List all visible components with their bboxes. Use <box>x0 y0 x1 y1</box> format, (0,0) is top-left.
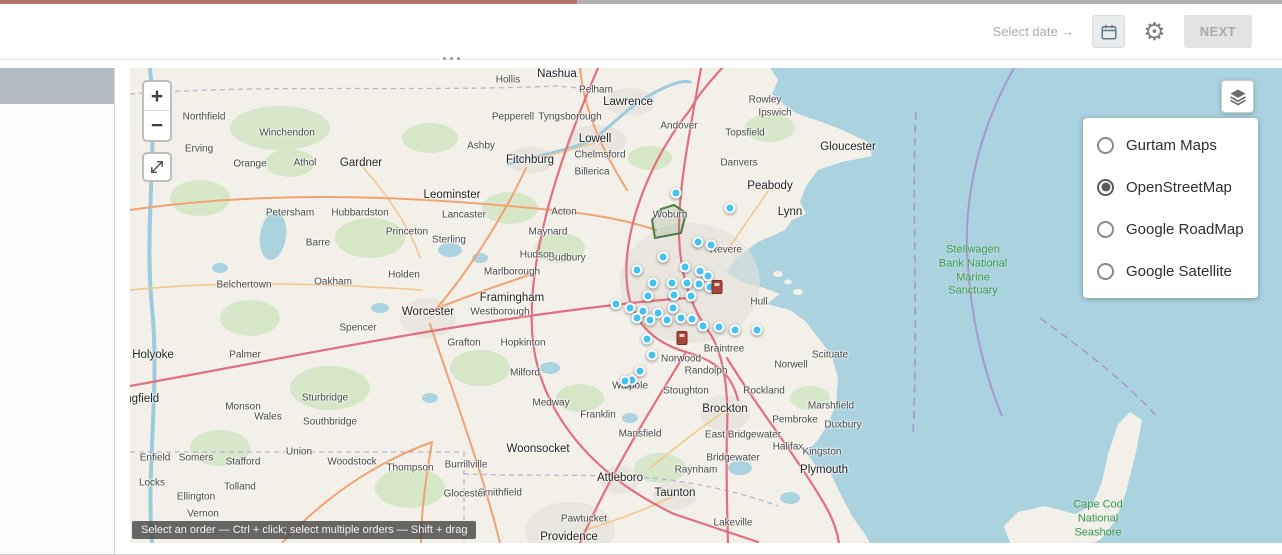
gear-icon: ⚙ <box>1143 17 1165 46</box>
layer-option-label: Google Satellite <box>1126 263 1232 280</box>
calendar-icon <box>1100 23 1118 41</box>
order-marker[interactable] <box>658 252 669 263</box>
layer-option-label: Google RoadMap <box>1126 221 1244 238</box>
order-marker[interactable] <box>752 325 763 336</box>
order-marker[interactable] <box>668 303 679 314</box>
expand-icon <box>148 158 166 176</box>
left-panel <box>0 68 115 555</box>
fullscreen-button[interactable] <box>142 152 172 182</box>
layer-option-label: OpenStreetMap <box>1126 179 1232 196</box>
radio-icon[interactable] <box>1097 221 1114 238</box>
order-marker[interactable] <box>635 366 646 377</box>
order-marker[interactable] <box>645 315 656 326</box>
order-marker[interactable] <box>611 299 622 310</box>
order-marker[interactable] <box>632 265 643 276</box>
order-marker[interactable] <box>676 313 687 324</box>
calendar-button[interactable] <box>1092 15 1125 48</box>
order-marker[interactable] <box>680 262 691 273</box>
layers-panel: Gurtam Maps OpenStreetMap Google RoadMap Go… <box>1083 118 1258 298</box>
radio-icon[interactable] <box>1097 263 1114 280</box>
order-marker[interactable] <box>648 278 659 289</box>
layer-option-google-satellite[interactable]: Google Satellite <box>1083 250 1258 292</box>
layers-icon <box>1228 87 1248 107</box>
next-button[interactable]: NEXT <box>1184 15 1252 48</box>
order-marker[interactable] <box>686 291 697 302</box>
order-marker[interactable] <box>694 279 705 290</box>
order-marker[interactable] <box>625 303 636 314</box>
map-hint-tooltip: Select an order — Ctrl + click; select m… <box>132 521 476 539</box>
order-marker[interactable] <box>693 237 704 248</box>
order-marker[interactable] <box>698 321 709 332</box>
order-marker[interactable] <box>667 278 678 289</box>
radio-icon[interactable] <box>1097 137 1114 154</box>
order-marker[interactable] <box>632 313 643 324</box>
order-marker[interactable] <box>687 314 698 325</box>
zoom-out-button[interactable]: − <box>144 111 170 140</box>
zoom-in-button[interactable]: + <box>144 82 170 111</box>
layers-button[interactable] <box>1221 80 1254 113</box>
toolbar: Select date → ⚙ NEXT <box>0 4 1282 60</box>
order-marker[interactable] <box>682 278 693 289</box>
drag-handle-dots[interactable] <box>443 57 460 60</box>
map-canvas[interactable]: NashuaHollisPelhamLawrenceRowleyIpswichP… <box>130 68 1282 543</box>
layer-option-gurtam-maps[interactable]: Gurtam Maps <box>1083 124 1258 166</box>
radio-selected-icon[interactable] <box>1097 179 1114 196</box>
order-marker[interactable] <box>669 290 680 301</box>
depot-marker[interactable] <box>677 331 688 345</box>
order-marker[interactable] <box>643 291 654 302</box>
order-marker[interactable] <box>671 188 682 199</box>
order-marker[interactable] <box>730 325 741 336</box>
depot-marker[interactable] <box>712 280 723 294</box>
order-marker[interactable] <box>725 203 736 214</box>
order-marker[interactable] <box>662 315 673 326</box>
app-window: Select date → ⚙ NEXT <box>0 0 1282 555</box>
left-panel-header <box>0 68 114 104</box>
settings-gear-button[interactable]: ⚙ <box>1143 19 1165 44</box>
zoom-control: + − <box>142 80 172 142</box>
layer-option-label: Gurtam Maps <box>1126 137 1217 154</box>
order-marker[interactable] <box>714 322 725 333</box>
order-marker[interactable] <box>620 376 631 387</box>
order-marker[interactable] <box>706 240 717 251</box>
select-date-label: Select date → <box>993 24 1075 39</box>
order-marker[interactable] <box>647 350 658 361</box>
layer-option-openstreetmap[interactable]: OpenStreetMap <box>1083 166 1258 208</box>
layer-option-google-roadmap[interactable]: Google RoadMap <box>1083 208 1258 250</box>
order-marker[interactable] <box>642 334 653 345</box>
